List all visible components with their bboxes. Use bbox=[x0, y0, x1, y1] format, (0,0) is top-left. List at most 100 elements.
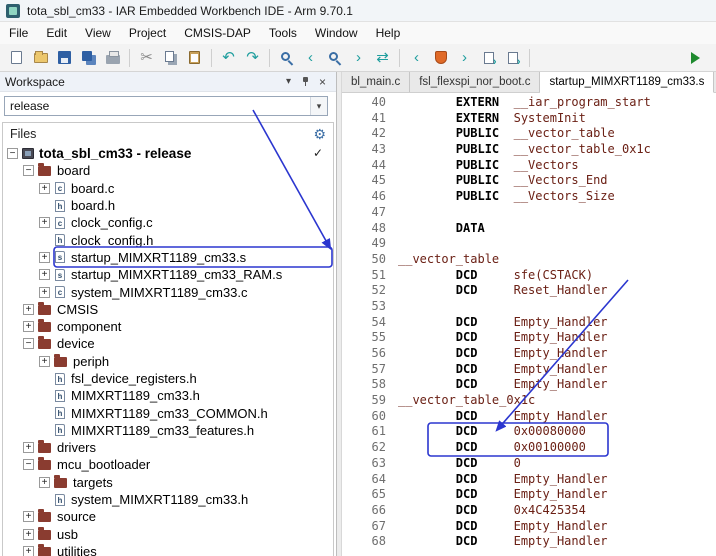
save-all-icon[interactable] bbox=[77, 47, 100, 69]
tab-bl-main-c[interactable]: bl_main.c bbox=[342, 72, 410, 92]
code-line[interactable]: 43 PUBLIC __vector_table_0x1c bbox=[342, 142, 716, 158]
tree-item-board-c[interactable]: +cboard.c bbox=[3, 180, 333, 197]
navigate-back-icon[interactable]: ‹ bbox=[405, 47, 428, 69]
code-line[interactable]: 45 PUBLIC __Vectors_End bbox=[342, 173, 716, 189]
code-line[interactable]: 46 PUBLIC __Vectors_Size bbox=[342, 189, 716, 205]
line-number[interactable]: 44 bbox=[342, 158, 398, 174]
code-line[interactable]: 49 bbox=[342, 236, 716, 252]
code-line[interactable]: 52 DCD Reset_Handler bbox=[342, 283, 716, 299]
line-number[interactable]: 67 bbox=[342, 519, 398, 535]
gear-icon[interactable]: ⚙ bbox=[313, 127, 326, 141]
tab-startup-mimxrt1189-cm33-s[interactable]: startup_MIMXRT1189_cm33.s bbox=[540, 72, 714, 93]
find-in-files-icon[interactable] bbox=[323, 47, 346, 69]
line-number[interactable]: 61 bbox=[342, 424, 398, 440]
tree-item-mimxrt1189-cm33-features-h[interactable]: hMIMXRT1189_cm33_features.h bbox=[3, 422, 333, 439]
tree-item-startup-mimxrt1189-cm33-ram-s[interactable]: +sstartup_MIMXRT1189_cm33_RAM.s bbox=[3, 266, 333, 283]
code-line[interactable]: 44 PUBLIC __Vectors bbox=[342, 158, 716, 174]
code-line[interactable]: 41 EXTERN SystemInit bbox=[342, 111, 716, 127]
open-header-source-icon[interactable] bbox=[477, 47, 500, 69]
menu-edit[interactable]: Edit bbox=[37, 23, 76, 43]
quick-search-icon[interactable] bbox=[275, 47, 298, 69]
tree-item-clock-config-h[interactable]: hclock_config.h bbox=[3, 231, 333, 248]
tree-item-targets[interactable]: +targets bbox=[3, 474, 333, 491]
line-number[interactable]: 60 bbox=[342, 409, 398, 425]
menu-view[interactable]: View bbox=[76, 23, 120, 43]
code-line[interactable]: 51 DCD sfe(CSTACK) bbox=[342, 268, 716, 284]
paste-icon[interactable] bbox=[183, 47, 206, 69]
code-line[interactable]: 59__vector_table_0x1c bbox=[342, 393, 716, 409]
copy-icon[interactable] bbox=[159, 47, 182, 69]
expand-icon[interactable]: + bbox=[39, 252, 50, 263]
line-number[interactable]: 52 bbox=[342, 283, 398, 299]
save-icon[interactable] bbox=[53, 47, 76, 69]
code-line[interactable]: 66 DCD 0x4C425354 bbox=[342, 503, 716, 519]
menu-help[interactable]: Help bbox=[367, 23, 410, 43]
code-line[interactable]: 57 DCD Empty_Handler bbox=[342, 362, 716, 378]
line-number[interactable]: 54 bbox=[342, 315, 398, 331]
line-number[interactable]: 47 bbox=[342, 205, 398, 221]
code-line[interactable]: 60 DCD Empty_Handler bbox=[342, 409, 716, 425]
line-number[interactable]: 53 bbox=[342, 299, 398, 315]
pin-icon[interactable] bbox=[297, 74, 314, 90]
tab-fsl-flexspi-nor-boot-c[interactable]: fsl_flexspi_nor_boot.c bbox=[410, 72, 540, 92]
code-line[interactable]: 48 DATA bbox=[342, 221, 716, 237]
expand-icon[interactable]: + bbox=[39, 356, 50, 367]
line-number[interactable]: 63 bbox=[342, 456, 398, 472]
tree-item-mimxrt1189-cm33-common-h[interactable]: hMIMXRT1189_cm33_COMMON.h bbox=[3, 404, 333, 421]
tree-item-tota-sbl-cm33-release[interactable]: −tota_sbl_cm33 - release✓ bbox=[3, 145, 333, 162]
code-line[interactable]: 61 DCD 0x00080000 bbox=[342, 424, 716, 440]
navigate-forward-icon[interactable]: › bbox=[453, 47, 476, 69]
tree-item-cmsis[interactable]: +CMSIS bbox=[3, 301, 333, 318]
code-line[interactable]: 58 DCD Empty_Handler bbox=[342, 377, 716, 393]
code-line[interactable]: 56 DCD Empty_Handler bbox=[342, 346, 716, 362]
line-number[interactable]: 66 bbox=[342, 503, 398, 519]
expand-icon[interactable]: + bbox=[23, 321, 34, 332]
tree-item-device[interactable]: −device bbox=[3, 335, 333, 352]
code-line[interactable]: 50__vector_table bbox=[342, 252, 716, 268]
collapse-icon[interactable]: − bbox=[7, 148, 18, 159]
cut-icon[interactable]: ✂ bbox=[135, 47, 158, 69]
replace-icon[interactable]: ⇄ bbox=[371, 47, 394, 69]
menu-file[interactable]: File bbox=[0, 23, 37, 43]
code-line[interactable]: 54 DCD Empty_Handler bbox=[342, 315, 716, 331]
expand-icon[interactable]: + bbox=[23, 529, 34, 540]
tree-item-clock-config-c[interactable]: +cclock_config.c bbox=[3, 214, 333, 231]
code-line[interactable]: 64 DCD Empty_Handler bbox=[342, 472, 716, 488]
line-number[interactable]: 57 bbox=[342, 362, 398, 378]
expand-icon[interactable]: + bbox=[23, 304, 34, 315]
tree-item-startup-mimxrt1189-cm33-s[interactable]: +sstartup_MIMXRT1189_cm33.s bbox=[3, 249, 333, 266]
code-line[interactable]: 55 DCD Empty_Handler bbox=[342, 330, 716, 346]
line-number[interactable]: 59 bbox=[342, 393, 398, 409]
download-flash-icon[interactable] bbox=[429, 47, 452, 69]
chevron-down-icon[interactable]: ▾ bbox=[280, 74, 297, 90]
code-line[interactable]: 47 bbox=[342, 205, 716, 221]
tree-item-system-mimxrt1189-cm33-c[interactable]: +csystem_MIMXRT1189_cm33.c bbox=[3, 283, 333, 300]
menu-tools[interactable]: Tools bbox=[260, 23, 306, 43]
tree-item-component[interactable]: +component bbox=[3, 318, 333, 335]
new-document-icon[interactable] bbox=[5, 47, 28, 69]
tree-item-system-mimxrt1189-cm33-h[interactable]: hsystem_MIMXRT1189_cm33.h bbox=[3, 491, 333, 508]
line-number[interactable]: 46 bbox=[342, 189, 398, 205]
collapse-icon[interactable]: − bbox=[23, 338, 34, 349]
code-line[interactable]: 67 DCD Empty_Handler bbox=[342, 519, 716, 535]
menu-cmsis-dap[interactable]: CMSIS-DAP bbox=[175, 23, 260, 43]
tree-item-periph[interactable]: +periph bbox=[3, 353, 333, 370]
expand-icon[interactable]: + bbox=[23, 546, 34, 556]
tree-item-mcu-bootloader[interactable]: −mcu_bootloader bbox=[3, 456, 333, 473]
line-number[interactable]: 48 bbox=[342, 221, 398, 237]
line-number[interactable]: 42 bbox=[342, 126, 398, 142]
line-number[interactable]: 40 bbox=[342, 95, 398, 111]
line-number[interactable]: 50 bbox=[342, 252, 398, 268]
find-next-icon[interactable]: › bbox=[347, 47, 370, 69]
line-number[interactable]: 65 bbox=[342, 487, 398, 503]
tree-item-utilities[interactable]: +utilities bbox=[3, 543, 333, 556]
collapse-icon[interactable]: − bbox=[23, 459, 34, 470]
line-number[interactable]: 41 bbox=[342, 111, 398, 127]
tree-item-usb[interactable]: +usb bbox=[3, 526, 333, 543]
tree-item-mimxrt1189-cm33-h[interactable]: hMIMXRT1189_cm33.h bbox=[3, 387, 333, 404]
line-number[interactable]: 64 bbox=[342, 472, 398, 488]
line-number[interactable]: 58 bbox=[342, 377, 398, 393]
code-line[interactable]: 62 DCD 0x00100000 bbox=[342, 440, 716, 456]
code-line[interactable]: 40 EXTERN __iar_program_start bbox=[342, 95, 716, 111]
line-number[interactable]: 62 bbox=[342, 440, 398, 456]
